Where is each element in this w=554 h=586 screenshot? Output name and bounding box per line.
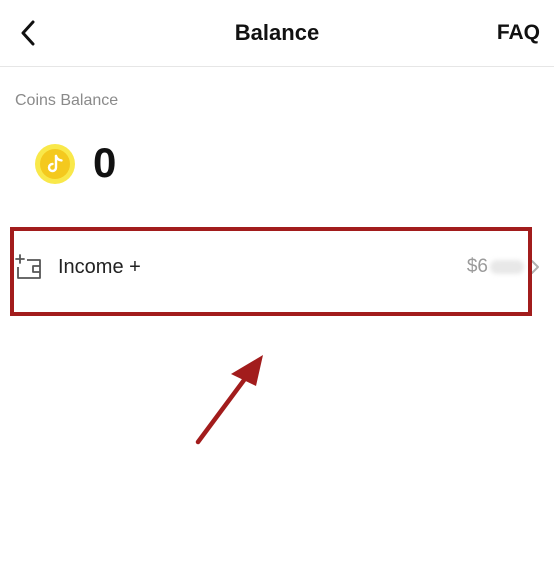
coins-balance-label: Coins Balance [15,92,119,109]
header-bar: Balance FAQ [0,0,554,67]
page-title: Balance [234,20,320,45]
highlight-box [10,227,532,316]
tiktok-coin-icon [35,144,75,184]
coin-balance-value: 0 [93,139,117,186]
faq-button[interactable]: FAQ [497,18,540,48]
